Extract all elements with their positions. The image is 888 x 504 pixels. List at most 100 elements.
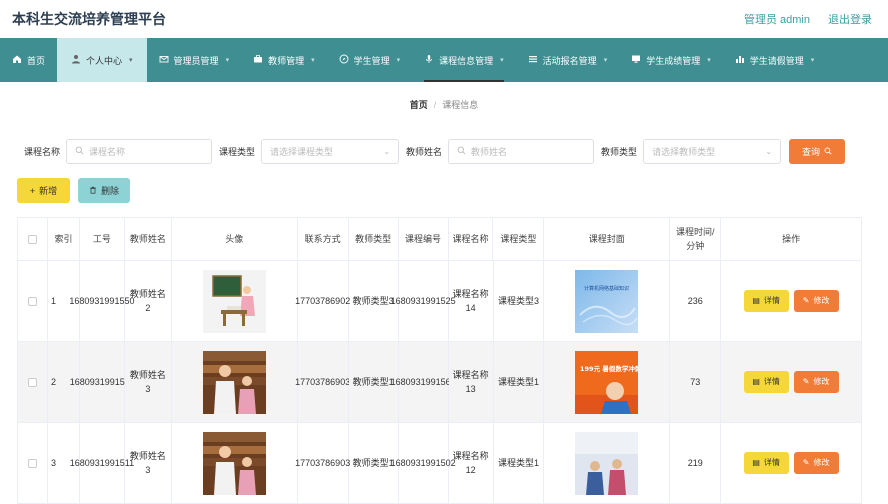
nav-item-course-info-management[interactable]: 课程信息管理 ▾: [412, 38, 516, 82]
add-button[interactable]: + 新增: [17, 178, 70, 203]
edit-button-label: 修改: [813, 457, 830, 467]
home-icon: [12, 54, 22, 66]
contact-cell: 17703786903: [295, 342, 350, 423]
search-form: 课程名称 课程名称 课程类型 请选择课程类型 ⌄ 教师姓名 教师姓名 教师类型 …: [24, 139, 888, 164]
course-name-input[interactable]: 课程名称: [66, 139, 213, 164]
table-actions: + 新增 删除: [17, 178, 888, 203]
nav-item-personal-center[interactable]: 个人中心 ▾: [57, 38, 147, 82]
course-no-cell: 1680931991525: [391, 261, 456, 342]
course-name-placeholder: 课程名称: [89, 147, 126, 157]
nav-label: 课程信息管理: [439, 55, 494, 66]
teacher-name-cell: 教师姓名3: [124, 342, 172, 423]
course-name-cell: 课程名称12: [448, 423, 494, 504]
chevron-down-icon: ▾: [707, 57, 711, 64]
row-select-cell: [18, 423, 48, 504]
operation-cell: ▤ 详情 ✎ 修改: [721, 423, 863, 504]
row-checkbox[interactable]: [27, 458, 37, 468]
teacher-name-placeholder: 教师姓名: [471, 147, 508, 157]
column-header: 课程编号: [398, 218, 449, 261]
table-row: 1 1680931991550 教师姓名2 17703786902 教师类型3 …: [18, 261, 863, 342]
query-button-label: 查询: [802, 147, 821, 157]
table-header-row: 索引 工号 教师姓名 头像 联系方式 教师类型 课程编号 课程名称 课程类型 课…: [18, 218, 862, 261]
chevron-down-icon: ▾: [129, 57, 133, 64]
nav-item-teacher-management[interactable]: 教师管理 ▾: [241, 38, 327, 82]
chevron-down-icon: ▾: [500, 57, 504, 64]
compass-icon: [339, 54, 349, 66]
row-select-cell: [18, 261, 48, 342]
duration-cell: 236: [670, 261, 722, 342]
course-type-cell: 课程类型1: [493, 342, 545, 423]
breadcrumb: 首页 / 课程信息: [0, 98, 888, 111]
column-header: 工号: [79, 218, 125, 261]
plus-icon: +: [29, 185, 36, 196]
breadcrumb-current: 课程信息: [442, 100, 479, 110]
main-nav: 首页 个人中心 ▾ 管理员管理 ▾ 教师管理 ▾ 学生管理 ▾ 课程信息管理 ▾…: [0, 38, 888, 82]
teacher-type-select[interactable]: 请选择教师类型 ⌄: [643, 139, 782, 164]
edit-button[interactable]: ✎ 修改: [793, 371, 839, 393]
nav-label: 教师管理: [268, 55, 305, 66]
job-no-cell: 1680931991550: [69, 261, 134, 342]
bar-chart-icon: [735, 54, 745, 66]
teacher-type-label: 教师类型: [601, 147, 638, 157]
course-no-cell: 1680931991502: [391, 423, 456, 504]
search-icon: [824, 147, 832, 157]
course-no-cell: 1680931991569: [391, 342, 456, 423]
search-icon: [457, 146, 466, 157]
contact-cell: 17703786902: [295, 261, 350, 342]
course-type-placeholder: 请选择课程类型: [270, 147, 334, 157]
chevron-down-icon: ▾: [311, 57, 315, 64]
edit-icon: ✎: [802, 376, 810, 386]
column-header: 课程名称: [448, 218, 494, 261]
nav-item-home[interactable]: 首页: [0, 38, 57, 82]
detail-button[interactable]: ▤ 详情: [743, 371, 789, 393]
operation-cell: ▤ 详情 ✎ 修改: [721, 342, 863, 423]
job-no-cell: 1680931991511: [70, 342, 134, 423]
detail-button[interactable]: ▤ 详情: [743, 452, 789, 474]
list-icon: [528, 54, 538, 66]
teacher-name-input[interactable]: 教师姓名: [448, 139, 595, 164]
teacher-name-cell: 教师姓名2: [124, 261, 172, 342]
course-type-select[interactable]: 请选择课程类型 ⌄: [261, 139, 400, 164]
user-icon: [71, 54, 81, 66]
briefcase-icon: [253, 54, 263, 66]
course-type-cell: 课程类型3: [493, 261, 545, 342]
column-header: 教师类型: [348, 218, 399, 261]
nav-label: 个人中心: [86, 55, 123, 66]
delete-button[interactable]: 删除: [78, 178, 130, 203]
column-header: 操作: [721, 218, 862, 261]
edit-button-label: 修改: [813, 295, 830, 305]
edit-button[interactable]: ✎ 修改: [793, 452, 839, 474]
avatar-cell: [171, 261, 298, 342]
breadcrumb-home[interactable]: 首页: [410, 100, 428, 110]
nav-item-student-management[interactable]: 学生管理 ▾: [327, 38, 413, 82]
row-checkbox[interactable]: [27, 296, 37, 306]
column-header: 课程时间/分钟: [670, 218, 722, 261]
edit-button[interactable]: ✎ 修改: [793, 290, 839, 312]
detail-icon: ▤: [752, 376, 760, 386]
app-title: 本科生交流培养管理平台: [12, 11, 166, 27]
row-checkbox[interactable]: [27, 377, 37, 387]
edit-button-label: 修改: [813, 376, 830, 386]
cover-text: 199元 暑假数学冲刺班: [580, 364, 638, 373]
query-button[interactable]: 查询: [789, 139, 846, 164]
avatar-cell: [171, 423, 298, 504]
course-cover-image: [575, 431, 639, 495]
nav-item-student-grade-management[interactable]: 学生成绩管理 ▾: [619, 38, 723, 82]
mic-icon: [424, 54, 434, 66]
select-all-cell: [18, 218, 48, 261]
teacher-avatar-image: [202, 269, 266, 333]
nav-item-student-leave-management[interactable]: 学生请假管理 ▾: [723, 38, 827, 82]
nav-label: 学生请假管理: [749, 55, 804, 66]
nav-item-admin-management[interactable]: 管理员管理 ▾: [147, 38, 242, 82]
chevron-down-icon: ⌄: [765, 147, 773, 156]
trash-icon: [89, 186, 97, 196]
select-all-checkbox[interactable]: [27, 234, 37, 244]
logout-link[interactable]: 退出登录: [828, 11, 872, 27]
chevron-down-icon: ▾: [225, 57, 230, 64]
admin-user-link[interactable]: 管理员 admin: [744, 11, 810, 27]
detail-button[interactable]: ▤ 详情: [743, 290, 789, 312]
chevron-down-icon: ▾: [603, 57, 608, 64]
course-cover-cell: 199元 暑假数学冲刺班: [544, 342, 671, 423]
nav-item-activity-signup-management[interactable]: 活动报名管理 ▾: [516, 38, 620, 82]
duration-cell: 73: [670, 342, 722, 423]
